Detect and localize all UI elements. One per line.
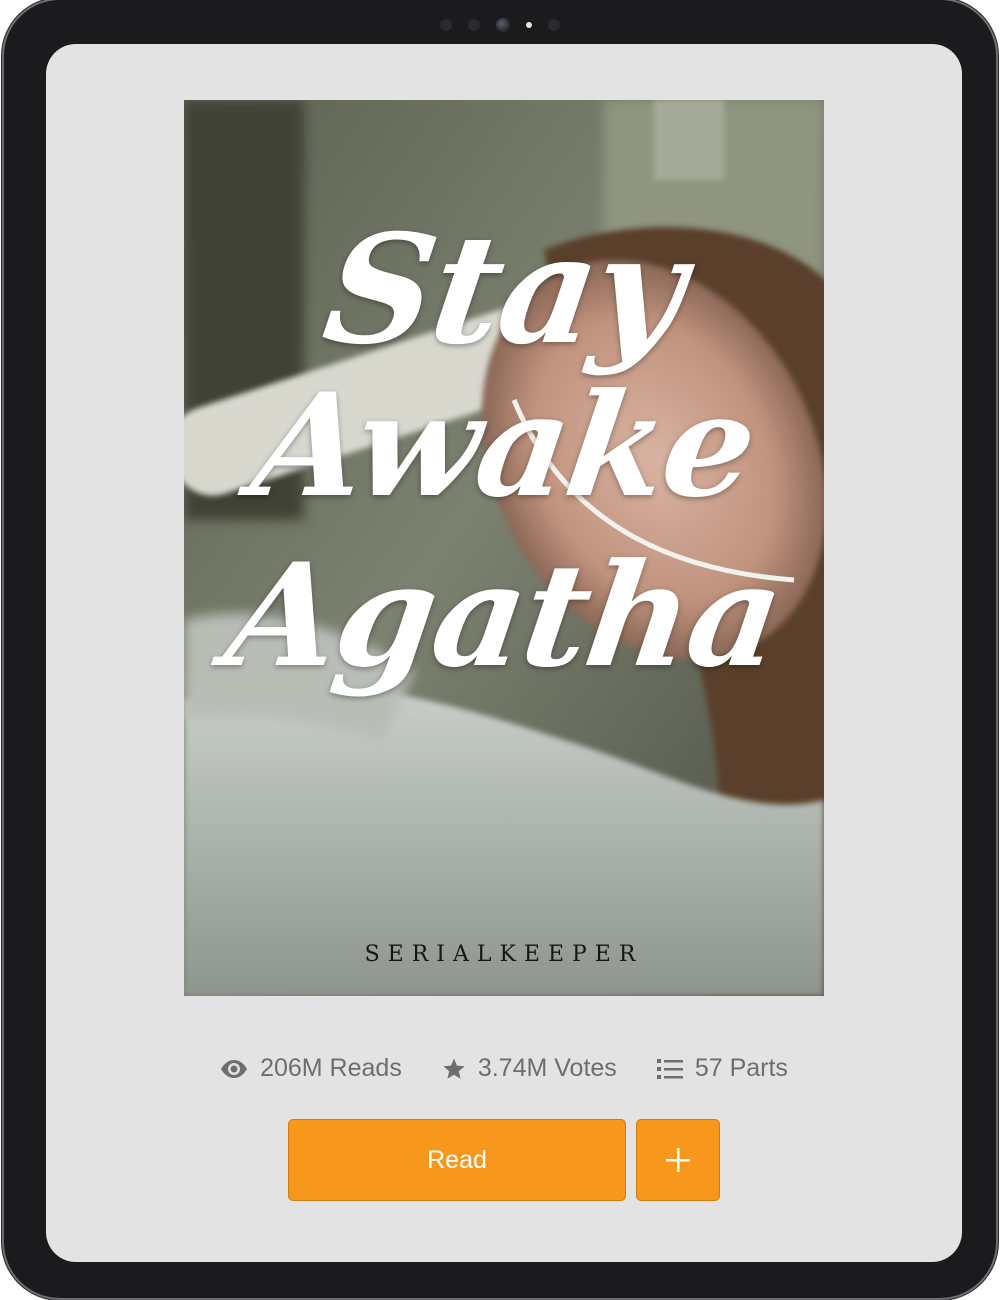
list-icon (656, 1058, 683, 1079)
plus-icon (666, 1148, 690, 1172)
read-button[interactable]: Read (288, 1119, 626, 1201)
sensor-dot (468, 19, 480, 31)
camera-bar (4, 14, 996, 36)
cover-author: SERIALKEEPER (364, 942, 644, 967)
cover-title-line: Awake (243, 363, 765, 529)
camera-lens-icon (496, 18, 510, 32)
votes-stat: 3.74M Votes (442, 1054, 617, 1083)
tablet-frame: Stay Awake Agatha SERIALKEEPER 206M Read… (4, 0, 996, 1298)
add-to-library-button[interactable] (636, 1119, 720, 1201)
parts-stat: 57 Parts (656, 1054, 788, 1083)
reads-stat: 206M Reads (220, 1054, 402, 1083)
sensor-dot (548, 19, 560, 31)
cover-title-line: Stay (314, 202, 694, 378)
parts-count: 57 Parts (694, 1054, 788, 1082)
votes-count: 3.74M Votes (477, 1054, 617, 1082)
reads-count: 206M Reads (260, 1054, 402, 1082)
eye-icon (221, 1059, 248, 1078)
cover-title-line: Agatha (217, 533, 791, 699)
tablet-screen: Stay Awake Agatha SERIALKEEPER 206M Read… (46, 44, 962, 1262)
story-stats: 206M Reads 3.74M Votes 57 Parts (46, 1054, 962, 1083)
book-cover[interactable]: Stay Awake Agatha SERIALKEEPER (184, 100, 824, 996)
star-icon (443, 1058, 465, 1079)
camera-led-icon (526, 22, 532, 28)
story-actions: Read (288, 1119, 720, 1203)
sensor-dot (440, 19, 452, 31)
